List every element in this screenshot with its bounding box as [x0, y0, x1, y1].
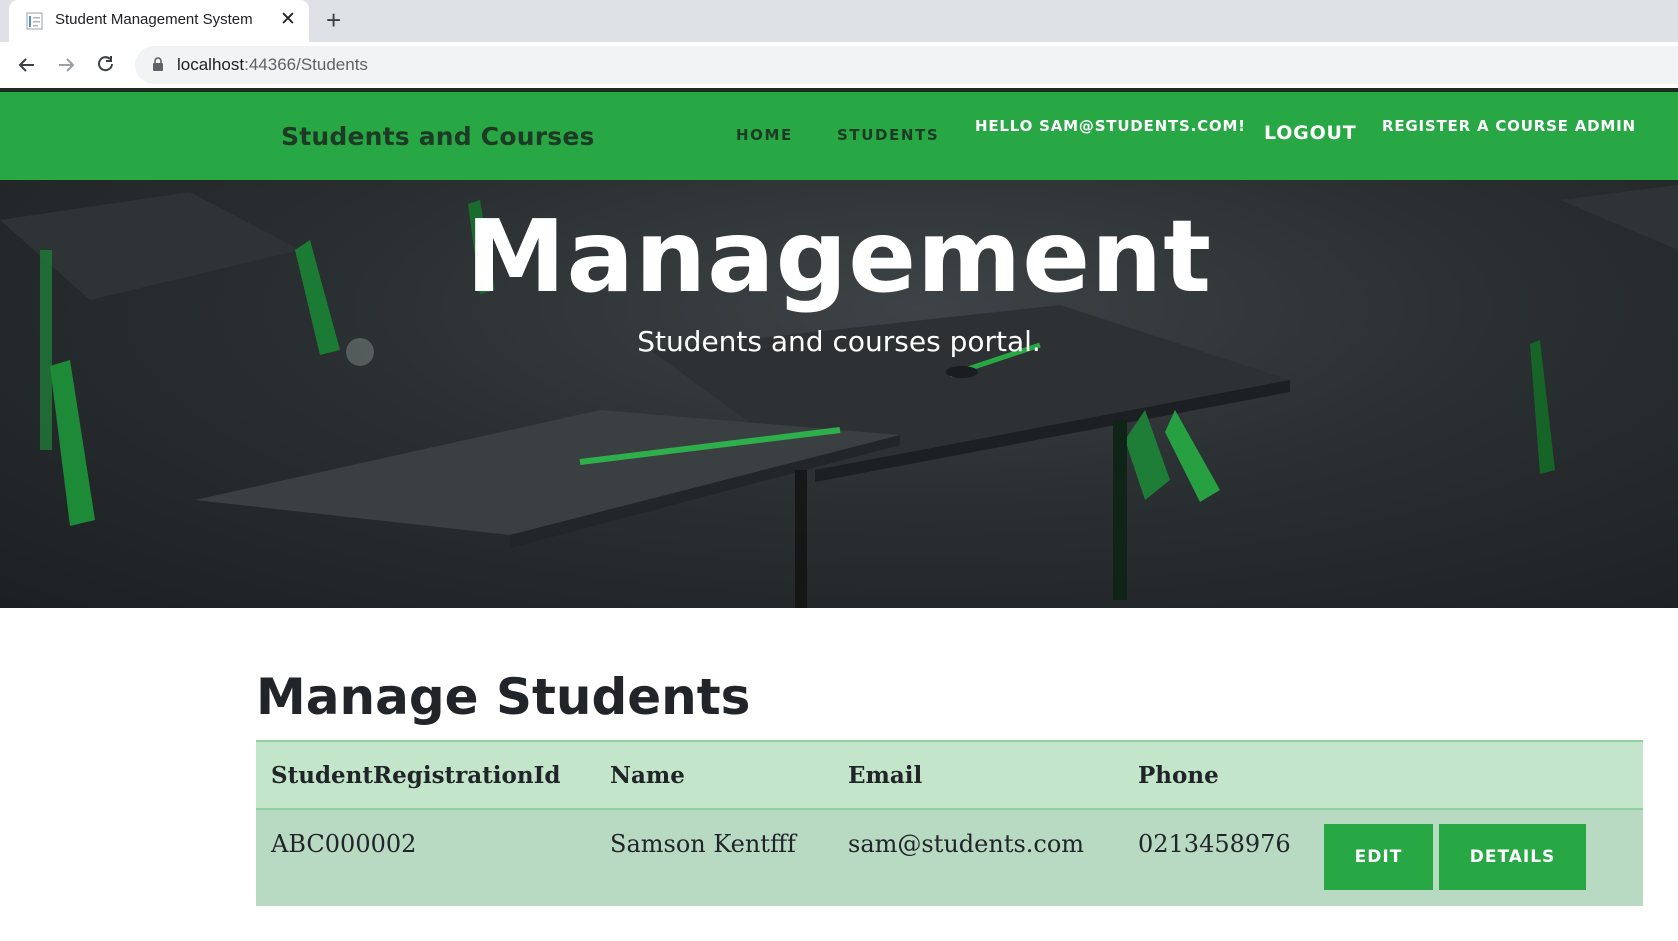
- lock-icon: [152, 57, 164, 72]
- nav-register-admin-link[interactable]: REGISTER A COURSE ADMIN: [1382, 117, 1636, 135]
- tab-title: Student Management System: [55, 11, 253, 28]
- address-bar[interactable]: localhost:44366/Students: [135, 46, 1678, 84]
- column-header-email: Email: [848, 762, 923, 789]
- nav-greeting-link[interactable]: HELLO SAM@STUDENTS.COM!: [975, 117, 1246, 135]
- table-row: ABC000002 Samson Kentfff sam@students.co…: [256, 810, 1643, 906]
- browser-toolbar: localhost:44366/Students: [0, 42, 1678, 88]
- new-tab-icon[interactable]: +: [326, 6, 341, 34]
- cell-name: Samson Kentfff: [610, 830, 796, 858]
- column-header-registration-id: StudentRegistrationId: [271, 762, 561, 789]
- column-header-name: Name: [610, 762, 685, 789]
- browser-tab[interactable]: Student Management System ✕: [9, 0, 309, 42]
- page-title: Manage Students: [256, 668, 751, 726]
- cell-email: sam@students.com: [848, 830, 1085, 858]
- edit-button[interactable]: EDIT: [1324, 824, 1433, 890]
- cell-registration-id: ABC000002: [271, 830, 417, 858]
- page-favicon-icon: [26, 12, 46, 30]
- cell-phone: 0213458976: [1138, 830, 1291, 858]
- table-header-row: StudentRegistrationId Name Email Phone: [256, 740, 1643, 810]
- nav-students-link[interactable]: STUDENTS: [837, 126, 939, 144]
- forward-icon[interactable]: [53, 52, 79, 78]
- back-icon[interactable]: [14, 52, 40, 78]
- students-table: StudentRegistrationId Name Email Phone A…: [256, 740, 1643, 906]
- column-header-phone: Phone: [1138, 762, 1219, 789]
- hero-banner: Management Students and courses portal.: [0, 180, 1678, 608]
- hero-subtitle: Students and courses portal.: [637, 325, 1041, 358]
- close-tab-icon[interactable]: ✕: [280, 8, 296, 32]
- nav-logout-button[interactable]: LOGOUT: [1264, 122, 1357, 144]
- site-navbar: Students and Courses HOME STUDENTS HELLO…: [0, 88, 1678, 180]
- url-text: localhost:44366/Students: [177, 55, 368, 74]
- hero-title: Management: [465, 198, 1213, 315]
- browser-tab-bar: Student Management System ✕ +: [0, 0, 1678, 42]
- brand-link[interactable]: Students and Courses: [281, 122, 595, 151]
- details-button[interactable]: DETAILS: [1439, 824, 1586, 890]
- reload-icon[interactable]: [93, 52, 119, 78]
- nav-home-link[interactable]: HOME: [736, 126, 793, 144]
